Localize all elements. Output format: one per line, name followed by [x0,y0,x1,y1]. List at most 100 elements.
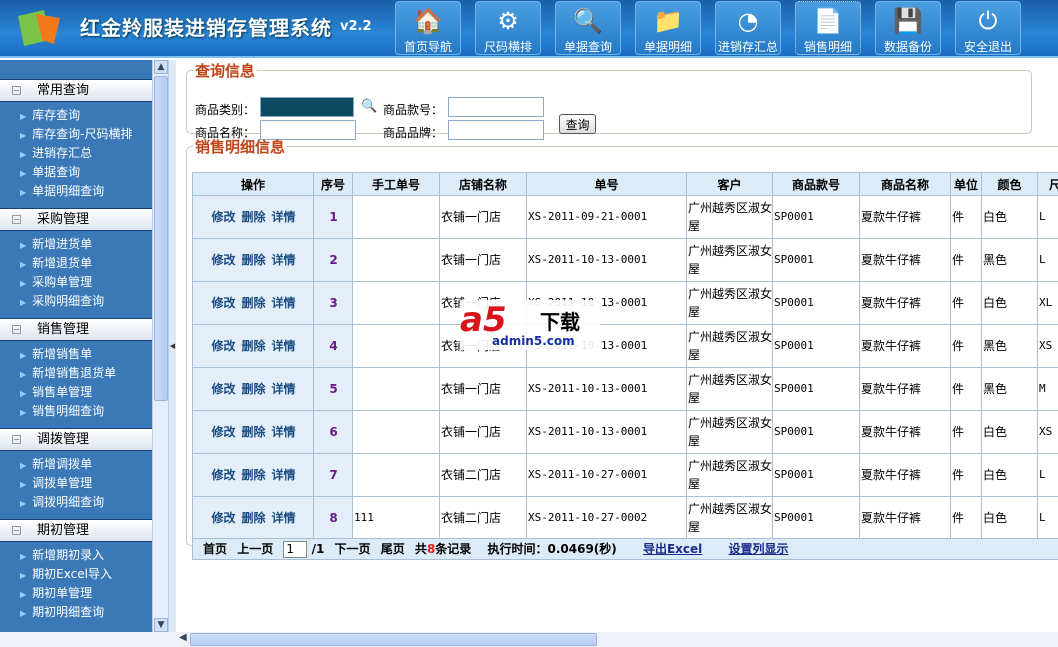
sidebar-section-header[interactable]: − 采购管理 [0,208,152,231]
delete-link[interactable]: 删除 [241,382,265,396]
sidebar-item[interactable]: ▶ 单据明细查询 [20,182,152,201]
sidebar-item[interactable]: ▶ 库存查询 [20,106,152,125]
details-link[interactable]: 详情 [272,339,296,353]
edit-link[interactable]: 修改 [211,425,235,439]
cell-color: 黑色 [981,324,1038,368]
delete-link[interactable]: 删除 [241,511,265,525]
scroll-down-icon[interactable]: ▼ [154,618,168,632]
sidebar-item[interactable]: ▶ 期初单管理 [20,584,152,603]
table-row: 修改 删除 详情 8 111 衣铺二门店 XS-2011-10-27-0002 广州越秀区淑女… [192,496,1058,540]
category-select[interactable] [260,97,354,117]
cell-manual [352,453,440,497]
sidebar-item-label: 期初Excel导入 [32,567,112,581]
edit-link[interactable]: 修改 [211,296,235,310]
export-excel-link[interactable]: 导出Excel [643,542,702,556]
sidebar-toggle-splitter[interactable]: ◀ [168,60,176,632]
style-no-input[interactable] [448,97,544,117]
cell-color: 白色 [981,410,1038,454]
horizontal-scrollbar[interactable]: ◀ [176,632,1058,647]
sidebar-section-header[interactable]: − 常用查询 [0,79,152,102]
cell-order: XS-2011-10-13-0001 [526,238,687,282]
row-actions: 修改 删除 详情 [192,410,314,454]
nav-button-1[interactable]: ⚙ 尺码横排 [475,1,541,55]
sidebar-item[interactable]: ▶ 采购单管理 [20,273,152,292]
nav-button-3[interactable]: 📁 单据明细 [635,1,701,55]
sidebar-item[interactable]: ▶ 新增调拨单 [20,455,152,474]
nav-button-2[interactable]: 🔍 单据查询 [555,1,621,55]
query-button[interactable]: 查询 [559,114,596,134]
next-page-link[interactable]: 下一页 [335,542,371,556]
sidebar-item[interactable]: ▶ 销售单管理 [20,383,152,402]
nav-button-6[interactable]: 💾 数据备份 [875,1,941,55]
sidebar-section-header[interactable]: − 调拨管理 [0,428,152,451]
row-no: 3 [313,281,353,325]
details-link[interactable]: 详情 [272,511,296,525]
category-lookup-icon[interactable]: 🔍 [361,99,377,114]
details-link[interactable]: 详情 [272,468,296,482]
sidebar-section-header[interactable]: − 期初管理 [0,519,152,542]
details-link[interactable]: 详情 [272,210,296,224]
collapse-icon[interactable]: − [12,325,21,334]
edit-link[interactable]: 修改 [211,253,235,267]
scroll-left-icon[interactable]: ◀ [179,632,187,643]
delete-link[interactable]: 删除 [241,253,265,267]
nav-button-7[interactable]: ⏻ 安全退出 [955,1,1021,55]
collapse-icon[interactable]: − [12,435,21,444]
nav-button-0[interactable]: 🏠 首页导航 [395,1,461,55]
sidebar-item[interactable]: ▶ 单据查询 [20,163,152,182]
details-link[interactable]: 详情 [272,253,296,267]
edit-link[interactable]: 修改 [211,511,235,525]
collapse-icon[interactable]: − [12,86,21,95]
cell-unit: 件 [950,367,982,411]
sidebar-item[interactable]: ▶ 新增进货单 [20,235,152,254]
delete-link[interactable]: 删除 [241,339,265,353]
sidebar-item[interactable]: ▶ 库存查询-尺码横排 [20,125,152,144]
sidebar-item[interactable]: ▶ 进销存汇总 [20,144,152,163]
sidebar-section-header[interactable]: − 销售管理 [0,318,152,341]
sidebar-item[interactable]: ▶ 销售明细查询 [20,402,152,421]
details-link[interactable]: 详情 [272,425,296,439]
details-link[interactable]: 详情 [272,382,296,396]
nav-button-4[interactable]: ◔ 进销存汇总 [715,1,781,55]
cell-order: XS-2011-09-21-0001 [526,195,687,239]
nav-label: 安全退出 [963,40,1012,54]
edit-link[interactable]: 修改 [211,210,235,224]
style-no-label: 商品款号： [383,103,444,117]
sidebar-item[interactable]: ▶ 新增销售退货单 [20,364,152,383]
sidebar-scrollbar[interactable]: ▲ ▼ [152,60,168,632]
last-page-link[interactable]: 尾页 [381,542,405,556]
sidebar-item[interactable]: ▶ 调拨明细查询 [20,493,152,512]
prev-page-link[interactable]: 上一页 [237,542,273,556]
sidebar-item[interactable]: ▶ 新增销售单 [20,345,152,364]
delete-link[interactable]: 删除 [241,296,265,310]
collapse-icon[interactable]: − [12,215,21,224]
first-page-link[interactable]: 首页 [203,542,227,556]
triangle-bullet-icon: ▶ [20,169,27,178]
hscroll-thumb[interactable] [190,633,597,646]
delete-link[interactable]: 删除 [241,468,265,482]
column-settings-link[interactable]: 设置列显示 [728,542,788,556]
edit-link[interactable]: 修改 [211,339,235,353]
nav-button-5[interactable]: 📄 销售明细 [795,1,861,55]
column-header: 店铺名称 [439,172,527,196]
cell-name: 夏款牛仔裤 [859,238,951,282]
delete-link[interactable]: 删除 [241,425,265,439]
page-input[interactable]: 1 [283,541,308,558]
sidebar-item[interactable]: ▶ 期初Excel导入 [20,565,152,584]
section-title: 采购管理 [37,212,90,227]
sidebar-item[interactable]: ▶ 新增期初录入 [20,546,152,565]
edit-link[interactable]: 修改 [211,468,235,482]
row-no: 2 [313,238,353,282]
sidebar-item[interactable]: ▶ 采购明细查询 [20,292,152,311]
edit-link[interactable]: 修改 [211,382,235,396]
sidebar-item[interactable]: ▶ 新增退货单 [20,254,152,273]
sidebar-item[interactable]: ▶ 期初明细查询 [20,603,152,622]
delete-link[interactable]: 删除 [241,210,265,224]
sidebar-item[interactable]: ▶ 调拨单管理 [20,474,152,493]
scroll-thumb[interactable] [154,76,168,401]
sidebar-item-label: 调拨单管理 [32,476,93,490]
details-link[interactable]: 详情 [272,296,296,310]
collapse-icon[interactable]: − [12,526,21,535]
app-title: 红金羚服装进销存管理系统 [80,16,332,40]
scroll-up-icon[interactable]: ▲ [154,60,168,74]
